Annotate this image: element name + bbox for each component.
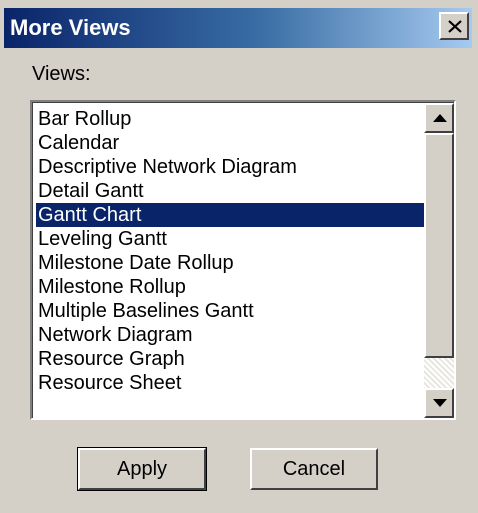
list-item[interactable]: Bar Rollup xyxy=(36,107,426,131)
vertical-scrollbar[interactable] xyxy=(424,103,454,418)
list-item[interactable]: Calendar xyxy=(36,131,426,155)
list-item[interactable]: Leveling Gantt xyxy=(36,227,426,251)
close-button[interactable] xyxy=(439,12,469,40)
scroll-down-button[interactable] xyxy=(424,388,454,418)
arrow-down-icon xyxy=(433,399,447,407)
arrow-up-icon xyxy=(433,114,447,122)
cancel-button[interactable]: Cancel xyxy=(250,448,378,490)
list-item[interactable]: Gantt Chart xyxy=(36,203,426,227)
list-item[interactable]: Network Diagram xyxy=(36,323,426,347)
list-item[interactable]: Milestone Rollup xyxy=(36,275,426,299)
views-listbox[interactable]: Bar Rollup Calendar Descriptive Network Di… xyxy=(30,100,456,420)
views-list: Bar Rollup Calendar Descriptive Network Di… xyxy=(36,107,426,395)
list-item[interactable]: Descriptive Network Diagram xyxy=(36,155,426,179)
list-item[interactable]: Resource Graph xyxy=(36,347,426,371)
list-item[interactable]: Resource Sheet xyxy=(36,371,426,395)
title-bar[interactable]: More Views xyxy=(4,8,472,48)
close-icon xyxy=(448,20,462,33)
list-item[interactable]: Detail Gantt xyxy=(36,179,426,203)
views-label: Views: xyxy=(32,63,91,85)
list-item[interactable]: Multiple Baselines Gantt xyxy=(36,299,426,323)
scroll-thumb[interactable] xyxy=(424,133,454,358)
scroll-up-button[interactable] xyxy=(424,103,454,133)
apply-button[interactable]: Apply xyxy=(77,447,207,491)
more-views-dialog: More Views Views: Bar Rollup Calendar Desc… xyxy=(0,0,478,513)
list-item[interactable]: Milestone Date Rollup xyxy=(36,251,426,275)
window-title: More Views xyxy=(10,15,131,40)
